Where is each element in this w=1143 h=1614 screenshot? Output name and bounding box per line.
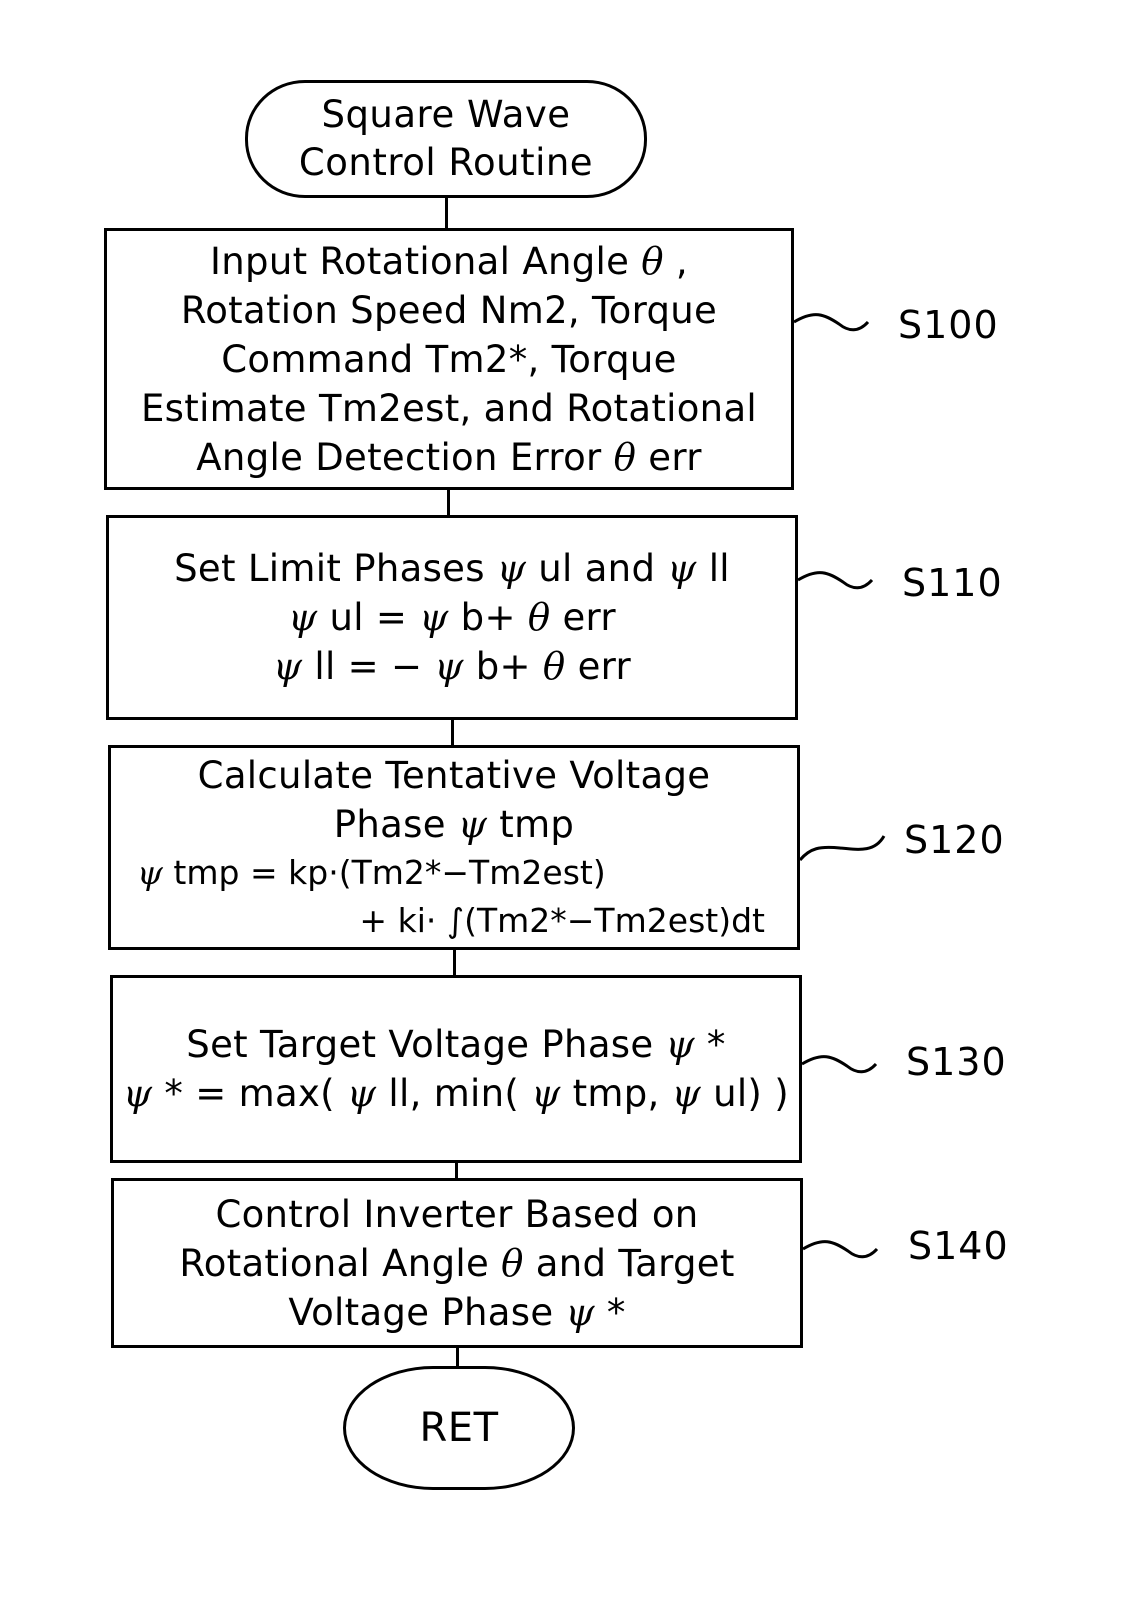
- step-label-s140: S140: [908, 1224, 1009, 1268]
- s110-line-1: Set Limit Phases ψ ul and ψ ll: [174, 547, 730, 590]
- s100-line-2: Rotation Speed Nm2, Torque: [180, 288, 718, 332]
- s140-line-3: Voltage Phase ψ *: [288, 1290, 626, 1334]
- psi-symbol: ψ: [496, 547, 527, 590]
- s120-formula-line-2: + ki· ∫(Tm2*−Tm2est)dt: [359, 900, 765, 940]
- theta-symbol: θ: [613, 435, 637, 479]
- theta-symbol: θ: [527, 596, 551, 639]
- s130-line-1: Set Target Voltage Phase ψ *: [186, 1023, 726, 1066]
- psi-symbol: ψ: [288, 596, 318, 639]
- step-label-s110: S110: [902, 561, 1003, 605]
- s140-line-2: Rotational Angle θ and Target: [179, 1241, 735, 1285]
- s100-line-3: Command Tm2*, Torque: [221, 337, 677, 381]
- end-terminal: RET: [343, 1366, 575, 1490]
- psi-symbol: ψ: [419, 596, 449, 639]
- connector-s140-end: [456, 1348, 459, 1368]
- s120-formula-line-1: ψ tmp = kp·(Tm2*−Tm2est): [137, 852, 606, 892]
- process-box-s100: Input Rotational Angle θ , Rotation Spee…: [104, 228, 794, 490]
- connector-start-s100: [445, 198, 448, 228]
- s100-line-1: Input Rotational Angle θ ,: [210, 239, 688, 283]
- s120-line-2: Phase ψ tmp: [333, 802, 575, 846]
- psi-symbol: ψ: [531, 1072, 561, 1115]
- psi-symbol: ψ: [346, 1072, 377, 1115]
- psi-symbol: ψ: [457, 802, 488, 846]
- leader-s120: [798, 835, 886, 861]
- leader-s110: [797, 571, 874, 590]
- process-box-s130: Set Target Voltage Phase ψ * ψ * = max( …: [110, 975, 802, 1163]
- step-label-s120: S120: [904, 818, 1005, 862]
- connector-s100-s110: [447, 490, 450, 515]
- start-label-line-2: Control Routine: [298, 141, 594, 184]
- step-label-s100: S100: [898, 303, 999, 347]
- process-box-s140: Control Inverter Based on Rotational Ang…: [111, 1178, 803, 1348]
- leader-s100: [793, 313, 870, 332]
- s100-line-4: Estimate Tm2est, and Rotational: [140, 386, 758, 430]
- leader-s130: [801, 1055, 878, 1074]
- psi-symbol: ψ: [671, 1072, 701, 1115]
- theta-symbol: θ: [501, 1241, 524, 1285]
- process-box-s120: Calculate Tentative Voltage Phase ψ tmp …: [108, 745, 800, 950]
- start-terminal: Square Wave Control Routine: [245, 80, 647, 198]
- theta-symbol: θ: [641, 239, 664, 283]
- start-label-line-1: Square Wave: [321, 93, 571, 136]
- psi-symbol: ψ: [137, 852, 163, 892]
- connector-s110-s120: [451, 720, 454, 745]
- psi-symbol: ψ: [272, 645, 303, 688]
- psi-symbol: ψ: [667, 547, 697, 590]
- s140-line-1: Control Inverter Based on: [215, 1192, 699, 1236]
- s130-line-2: ψ * = max( ψ ll, min( ψ tmp, ψ ul) ): [123, 1072, 789, 1115]
- connector-s130-s140: [455, 1163, 458, 1178]
- psi-symbol: ψ: [665, 1023, 695, 1066]
- connector-s120-s130: [453, 950, 456, 975]
- psi-symbol: ψ: [123, 1072, 153, 1115]
- s110-line-2: ψ ul = ψ b+ θ err: [288, 596, 616, 639]
- s100-line-5: Angle Detection Error θ err: [196, 435, 702, 479]
- psi-symbol: ψ: [565, 1290, 595, 1334]
- step-label-s130: S130: [906, 1040, 1007, 1084]
- s110-line-3: ψ ll = − ψ b+ θ err: [272, 645, 632, 688]
- process-box-s110: Set Limit Phases ψ ul and ψ ll ψ ul = ψ …: [106, 515, 798, 720]
- theta-symbol: θ: [542, 645, 566, 688]
- s120-line-1: Calculate Tentative Voltage: [197, 753, 711, 797]
- psi-symbol: ψ: [434, 645, 464, 688]
- leader-s140: [802, 1240, 879, 1259]
- end-label: RET: [419, 1405, 499, 1451]
